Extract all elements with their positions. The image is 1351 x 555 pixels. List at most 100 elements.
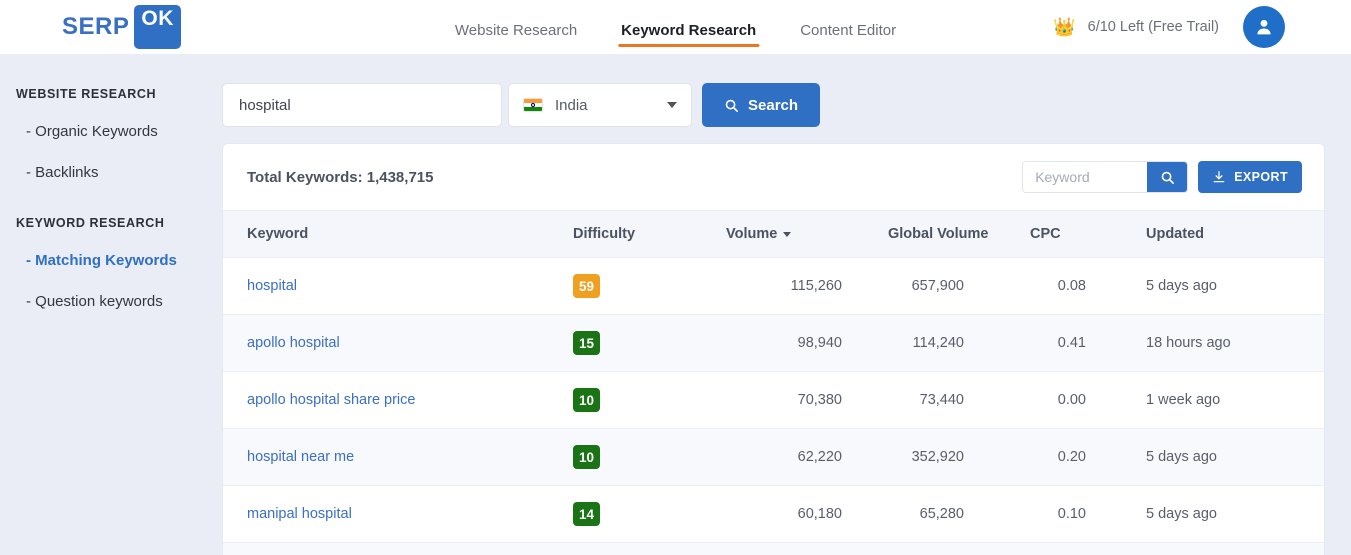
keyword-link[interactable]: apollo hospital [247, 335, 340, 351]
user-avatar-icon [1257, 19, 1271, 35]
cell-cpc: 0.08 [998, 257, 1108, 315]
country-select[interactable]: India [508, 83, 692, 127]
cell-difficulty: 10 [573, 371, 718, 429]
tab-website-research[interactable]: Website Research [455, 22, 577, 55]
keywords-table-body: hospital 59 115,260 657,900 0.08 5 days ago ap… [223, 257, 1324, 555]
page-layout: WEBSITE RESEARCH - Organic Keywords - Ba… [0, 55, 1351, 555]
keyword-search-input[interactable] [222, 83, 502, 127]
logo-text-serp: SERP [62, 13, 130, 40]
cell-updated: 1 week ago [1108, 371, 1324, 429]
table-row[interactable]: apollo hospital share price 10 70,380 73,44… [223, 371, 1324, 429]
cell-global-volume: 352,920 [848, 428, 998, 486]
keyword-filter-group [1022, 161, 1189, 193]
table-row[interactable]: apollo hospital 15 98,940 114,240 0.41 18 hou… [223, 314, 1324, 372]
cell-cpc: 0.41 [998, 314, 1108, 372]
download-icon [1213, 171, 1225, 183]
keyword-link[interactable]: manipal hospital [247, 506, 352, 522]
cell-keyword: hospital [223, 257, 573, 315]
cell-updated: 18 hours ago [1108, 314, 1324, 372]
cell-global-volume: 63,240 [848, 542, 998, 555]
cell-cpc: 0.10 [998, 485, 1108, 543]
column-header-cpc[interactable]: CPC [998, 210, 1108, 258]
total-keywords-label: Total Keywords: 1,438,715 [247, 168, 434, 186]
sidebar-item-backlinks[interactable]: - Backlinks [26, 164, 222, 181]
sidebar-group-website-research: WEBSITE RESEARCH - Organic Keywords - Ba… [16, 87, 222, 181]
column-header-keyword[interactable]: Keyword [223, 210, 573, 258]
cell-updated: 5 days ago [1108, 485, 1324, 543]
sidebar-group-title-website-research: WEBSITE RESEARCH [16, 87, 157, 101]
search-icon [725, 99, 738, 112]
results-toolbar: EXPORT [1022, 161, 1302, 193]
cell-difficulty: 15 [573, 314, 718, 372]
table-row[interactable]: hospital near me 10 62,220 352,920 0.20 5 day… [223, 428, 1324, 486]
table-header-row: Keyword Difficulty Volume Global Volume … [223, 210, 1324, 258]
user-avatar-button[interactable] [1243, 6, 1285, 48]
cell-volume: 70,380 [718, 371, 848, 429]
search-icon [1161, 171, 1174, 184]
header-right-group: 👑 6/10 Left (Free Trail) [1053, 6, 1285, 48]
sidebar-group-keyword-research: KEYWORD RESEARCH - Matching Keywords - Q… [16, 216, 222, 310]
export-button[interactable]: EXPORT [1198, 161, 1302, 193]
table-row[interactable]: hospital 59 115,260 657,900 0.08 5 days ago [223, 257, 1324, 315]
tab-keyword-research[interactable]: Keyword Research [618, 22, 760, 55]
keyword-search-bar: India Search [222, 83, 1351, 127]
keyword-link[interactable]: apollo hospital share price [247, 392, 415, 408]
difficulty-badge: 10 [573, 388, 601, 412]
difficulty-badge: 14 [573, 502, 601, 526]
keywords-table: Keyword Difficulty Volume Global Volume … [223, 210, 1324, 555]
table-row[interactable]: manipal hospital 14 60,180 65,280 0.10 5 days… [223, 485, 1324, 543]
difficulty-badge: 59 [573, 274, 601, 298]
column-header-volume-label: Volume [726, 226, 778, 242]
sidebar-item-matching-keywords[interactable]: - Matching Keywords [26, 252, 222, 269]
cell-keyword: apollo hospital share price [223, 371, 573, 429]
keywords-table-head: Keyword Difficulty Volume Global Volume … [223, 210, 1324, 258]
cell-cpc: 0.20 [998, 542, 1108, 555]
cell-updated: 5 days ago [1108, 428, 1324, 486]
cell-volume: 53,040 [718, 542, 848, 555]
caret-down-icon [783, 231, 792, 237]
cell-difficulty: 10 [573, 428, 718, 486]
column-header-volume[interactable]: Volume [718, 210, 848, 258]
cell-keyword: hospital near me [223, 428, 573, 486]
keyword-filter-input[interactable] [1023, 162, 1148, 192]
keyword-link[interactable]: hospital [247, 278, 297, 294]
chevron-down-icon [667, 102, 677, 108]
cell-cpc: 0.20 [998, 428, 1108, 486]
column-header-difficulty[interactable]: Difficulty [573, 210, 718, 258]
export-button-label: EXPORT [1234, 170, 1288, 184]
cell-global-volume: 65,280 [848, 485, 998, 543]
app-logo[interactable]: SERP OK [62, 5, 181, 49]
sidebar-item-organic-keywords[interactable]: - Organic Keywords [26, 123, 222, 140]
cell-difficulty: 14 [573, 485, 718, 543]
sidebar: WEBSITE RESEARCH - Organic Keywords - Ba… [0, 55, 222, 555]
keyword-filter-search-button[interactable] [1147, 162, 1188, 192]
results-card-header: Total Keywords: 1,438,715 Keyword EXPORT [223, 144, 1324, 210]
cell-cpc: 0.00 [998, 371, 1108, 429]
keyword-link[interactable]: hospital near me [247, 449, 354, 465]
cell-volume: 98,940 [718, 314, 848, 372]
cell-keyword: manipal hospital [223, 485, 573, 543]
column-header-updated[interactable]: Updated [1108, 210, 1324, 258]
results-card: Total Keywords: 1,438,715 Keyword EXPORT… [222, 143, 1325, 555]
column-header-global-volume[interactable]: Global Volume [848, 210, 998, 258]
app-header: SERP OK Website Research Keyword Researc… [0, 0, 1351, 55]
cell-keyword: eye hospital near me [223, 542, 573, 555]
difficulty-badge: 15 [573, 331, 601, 355]
cell-updated: 5 days ago [1108, 257, 1324, 315]
sidebar-item-question-keywords[interactable]: - Question keywords [26, 293, 222, 310]
search-button[interactable]: Search [702, 83, 821, 127]
tab-content-editor[interactable]: Content Editor [800, 22, 896, 55]
india-flag-icon [523, 98, 543, 112]
main-content: India Search Total Keywords: 1,438,715 [222, 55, 1351, 555]
cell-volume: 60,180 [718, 485, 848, 543]
cell-difficulty: 9 [573, 542, 718, 555]
cell-difficulty: 59 [573, 257, 718, 315]
country-select-value: India [555, 96, 588, 114]
table-row[interactable]: eye hospital near me953,04063,2400.204 h… [223, 542, 1324, 555]
cell-global-volume: 657,900 [848, 257, 998, 315]
sidebar-group-title-keyword-research: KEYWORD RESEARCH [16, 216, 165, 230]
main-nav: Website Research Keyword Research Conten… [455, 0, 896, 55]
cell-volume: 62,220 [718, 428, 848, 486]
logo-text-ok: OK [141, 7, 174, 30]
cell-keyword: apollo hospital [223, 314, 573, 372]
